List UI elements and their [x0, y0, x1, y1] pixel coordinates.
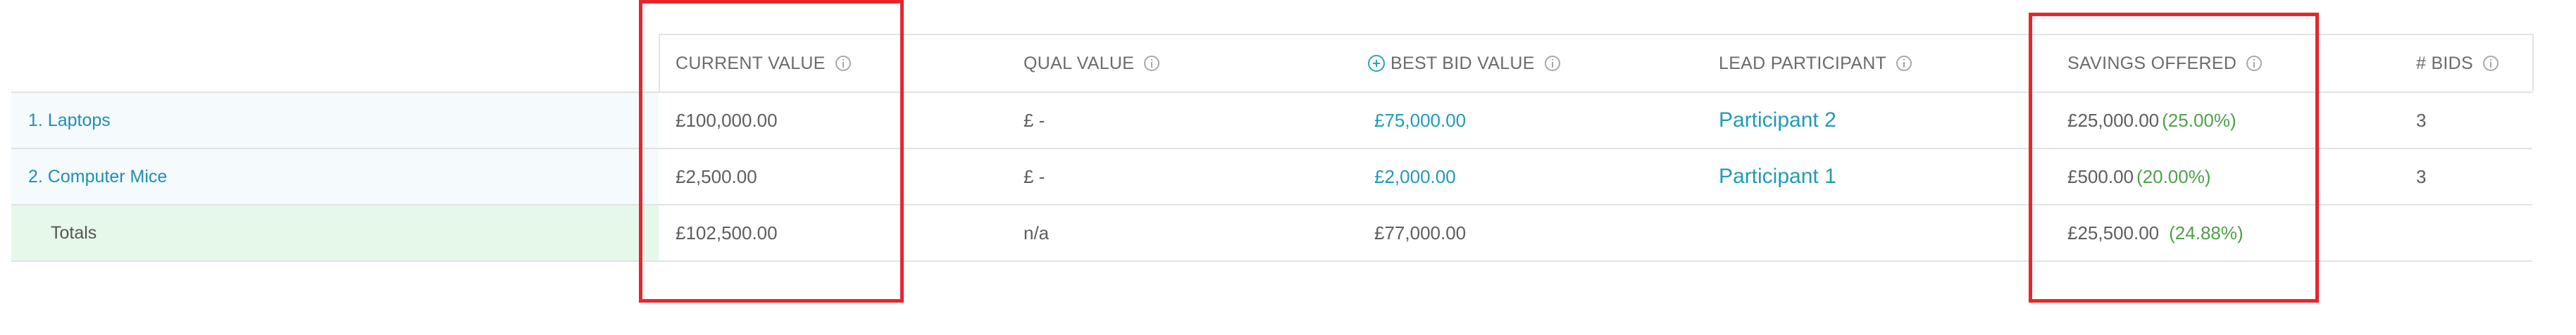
best-bid-value-link[interactable]: £2,000.00 — [1374, 149, 1456, 204]
totals-label: Totals — [11, 206, 659, 260]
lead-participant-link[interactable]: Participant 1 — [1719, 149, 1836, 204]
header-qual-value-label: QUAL VALUE — [1023, 53, 1135, 73]
header-best-bid-value-label: BEST BID VALUE — [1390, 53, 1535, 73]
bids-count-cell: 3 — [2416, 165, 2427, 187]
highlight-box-current-value — [639, 0, 904, 303]
lot-summary-page: CURRENT VALUE QUAL VALUE BEST BID VALUE … — [0, 0, 2576, 335]
info-icon[interactable] — [1896, 56, 1912, 71]
qual-value-cell: £ - — [1023, 109, 1045, 131]
info-icon[interactable] — [1144, 56, 1160, 71]
header-lead-participant[interactable]: LEAD PARTICIPANT — [1719, 35, 1912, 91]
lead-participant-link[interactable]: Participant 2 — [1719, 93, 1836, 148]
row-label-laptops[interactable]: 1. Laptops — [11, 93, 659, 148]
header-lead-participant-label: LEAD PARTICIPANT — [1719, 53, 1887, 73]
highlight-box-savings-offered — [2029, 13, 2319, 303]
header-qual-value[interactable]: QUAL VALUE — [1023, 35, 1160, 91]
header-best-bid-value[interactable]: BEST BID VALUE — [1368, 35, 1560, 91]
info-icon[interactable] — [1544, 56, 1560, 71]
table-right-border — [2532, 34, 2534, 91]
header-bids-label: # BIDS — [2416, 53, 2473, 73]
row-label-computer-mice[interactable]: 2. Computer Mice — [11, 149, 659, 204]
bids-count-cell: 3 — [2416, 109, 2427, 131]
total-best-bid-value: £77,000.00 — [1374, 222, 1467, 244]
total-qual-value: n/a — [1023, 222, 1050, 244]
best-bid-value-link[interactable]: £75,000.00 — [1374, 93, 1466, 148]
info-icon[interactable] — [2483, 56, 2499, 71]
plus-circle-icon[interactable] — [1368, 55, 1385, 72]
qual-value-cell: £ - — [1023, 165, 1045, 187]
header-bids[interactable]: # BIDS — [2416, 35, 2499, 91]
